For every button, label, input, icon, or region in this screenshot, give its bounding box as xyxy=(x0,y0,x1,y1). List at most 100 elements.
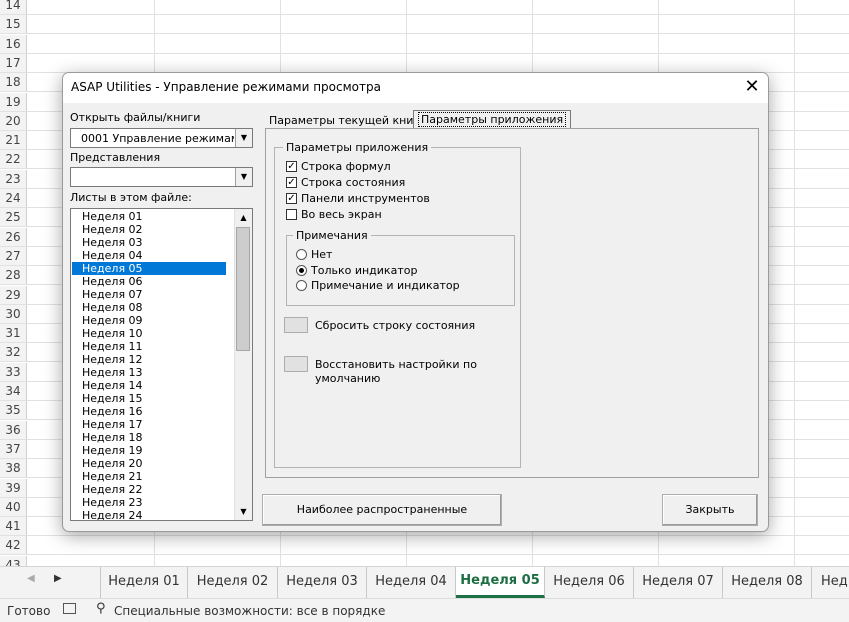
status-accessibility-text[interactable]: Специальные возможности: все в порядке xyxy=(114,604,385,618)
sheet-tab-week-01[interactable]: Неделя 01 xyxy=(100,567,188,598)
list-item[interactable]: Неделя 18 xyxy=(72,431,226,444)
grid-row[interactable]: 15 xyxy=(0,15,849,35)
row-number[interactable]: 30 xyxy=(0,304,27,323)
view-manager-dialog: ASAP Utilities - Управление режимами про… xyxy=(62,72,769,532)
row-number[interactable]: 26 xyxy=(0,227,27,246)
row-number[interactable]: 19 xyxy=(0,92,27,111)
close-icon[interactable]: ✕ xyxy=(736,73,768,103)
sheet-tab-week-09[interactable]: Нед xyxy=(812,567,849,598)
sheet-tab-week-04[interactable]: Неделя 04 xyxy=(367,567,456,598)
grid-row[interactable]: 42 xyxy=(0,536,849,556)
list-item[interactable]: Неделя 21 xyxy=(72,470,226,483)
row-number[interactable]: 29 xyxy=(0,285,27,304)
dialog-titlebar[interactable]: ASAP Utilities - Управление режимами про… xyxy=(63,73,768,103)
listbox-scrollbar[interactable]: ▲ ▼ xyxy=(234,209,252,520)
tab-scroll-left-icon[interactable]: ◀ xyxy=(27,573,35,584)
sheet-tab-week-05[interactable]: Неделя 05 xyxy=(456,567,545,598)
checkbox-checked-icon[interactable]: ✓ xyxy=(286,193,297,204)
views-combo[interactable]: ▼ xyxy=(70,167,253,187)
sheet-tabs-bar: ◀ ▶ Неделя 01 Неделя 02 Неделя 03 Неделя… xyxy=(0,566,849,598)
radio-selected-icon[interactable] xyxy=(296,265,307,276)
row-number[interactable]: 14 xyxy=(0,0,27,14)
tab-application-settings[interactable]: Параметры приложения xyxy=(413,110,572,129)
row-number[interactable]: 22 xyxy=(0,150,27,169)
reset-status-bar-button[interactable] xyxy=(284,317,308,333)
list-item[interactable]: Неделя 22 xyxy=(72,483,226,496)
radio-icon[interactable] xyxy=(296,280,307,291)
list-item[interactable]: Неделя 23 xyxy=(72,496,226,509)
checkbox-checked-icon[interactable]: ✓ xyxy=(286,177,297,188)
row-number[interactable]: 38 xyxy=(0,459,27,478)
row-number[interactable]: 20 xyxy=(0,111,27,130)
list-item[interactable]: Неделя 06 xyxy=(72,275,226,288)
list-item[interactable]: Неделя 02 xyxy=(72,223,226,236)
macro-record-icon[interactable] xyxy=(63,603,76,614)
scrollbar-thumb[interactable] xyxy=(236,227,250,351)
grid-row[interactable]: 14 xyxy=(0,0,849,15)
row-number[interactable]: 39 xyxy=(0,478,27,497)
list-item[interactable]: Неделя 19 xyxy=(72,444,226,457)
list-item[interactable]: Неделя 13 xyxy=(72,366,226,379)
list-item[interactable]: Неделя 04 xyxy=(72,249,226,262)
radio-icon[interactable] xyxy=(296,249,307,260)
row-number[interactable]: 27 xyxy=(0,246,27,265)
close-button[interactable]: Закрыть xyxy=(662,494,758,526)
row-number[interactable]: 40 xyxy=(0,497,27,516)
row-number[interactable]: 33 xyxy=(0,362,27,381)
list-item[interactable]: Неделя 15 xyxy=(72,392,226,405)
row-number[interactable]: 23 xyxy=(0,169,27,188)
accessibility-icon[interactable]: ⚲ xyxy=(96,601,106,616)
open-files-combo[interactable]: 0001 Управление режимами пр ▼ xyxy=(70,128,253,148)
list-item[interactable]: Неделя 05 xyxy=(72,262,226,275)
row-number[interactable]: 18 xyxy=(0,73,27,92)
chevron-down-icon[interactable]: ▼ xyxy=(235,129,252,147)
list-item[interactable]: Неделя 11 xyxy=(72,340,226,353)
list-item[interactable]: Неделя 14 xyxy=(72,379,226,392)
row-number[interactable]: 24 xyxy=(0,189,27,207)
list-item[interactable]: Неделя 09 xyxy=(72,314,226,327)
grid-row[interactable]: 43 xyxy=(0,555,849,566)
grid-row[interactable]: 17 xyxy=(0,53,849,73)
row-number[interactable]: 17 xyxy=(0,53,27,72)
scroll-down-icon[interactable]: ▼ xyxy=(235,503,252,520)
tab-application-settings-label: Параметры приложения xyxy=(418,112,567,127)
tab-scroll-right-icon[interactable]: ▶ xyxy=(54,573,62,584)
sheet-tab-week-03[interactable]: Неделя 03 xyxy=(278,567,367,598)
list-item[interactable]: Неделя 24 xyxy=(72,509,226,520)
list-item[interactable]: Неделя 03 xyxy=(72,236,226,249)
list-item[interactable]: Неделя 07 xyxy=(72,288,226,301)
list-item[interactable]: Неделя 10 xyxy=(72,327,226,340)
row-number[interactable]: 21 xyxy=(0,131,27,150)
row-number[interactable]: 32 xyxy=(0,343,27,362)
row-number[interactable]: 41 xyxy=(0,517,27,536)
row-number[interactable]: 25 xyxy=(0,208,27,227)
checkbox-unchecked-icon[interactable] xyxy=(286,209,297,220)
list-item[interactable]: Неделя 16 xyxy=(72,405,226,418)
row-number[interactable]: 28 xyxy=(0,266,27,285)
row-number[interactable]: 36 xyxy=(0,420,27,439)
row-number[interactable]: 15 xyxy=(0,15,27,34)
list-item[interactable]: Неделя 12 xyxy=(72,353,226,366)
sheet-tab-week-07[interactable]: Неделя 07 xyxy=(634,567,723,598)
list-item[interactable]: Неделя 17 xyxy=(72,418,226,431)
checkbox-checked-icon[interactable]: ✓ xyxy=(286,161,297,172)
row-number[interactable]: 37 xyxy=(0,439,27,458)
sheet-tab-week-02[interactable]: Неделя 02 xyxy=(188,567,278,598)
row-number[interactable]: 42 xyxy=(0,536,27,555)
chevron-down-icon[interactable]: ▼ xyxy=(235,168,252,186)
sheet-tab-week-06[interactable]: Неделя 06 xyxy=(545,567,634,598)
row-number[interactable]: 31 xyxy=(0,324,27,343)
list-item[interactable]: Неделя 08 xyxy=(72,301,226,314)
scroll-up-icon[interactable]: ▲ xyxy=(235,209,252,226)
sheet-tab-week-08[interactable]: Неделя 08 xyxy=(723,567,812,598)
row-number[interactable]: 16 xyxy=(0,34,27,53)
list-item[interactable]: Неделя 20 xyxy=(72,457,226,470)
row-number[interactable]: 34 xyxy=(0,382,27,400)
restore-defaults-button[interactable] xyxy=(284,356,308,372)
sheets-listbox[interactable]: ▲ ▼ Неделя 01 Неделя 02 Неделя 03 Неделя 04… xyxy=(70,208,253,521)
row-number[interactable]: 43 xyxy=(0,555,27,566)
grid-row[interactable]: 16 xyxy=(0,34,849,54)
row-number[interactable]: 35 xyxy=(0,401,27,420)
list-item[interactable]: Неделя 01 xyxy=(72,210,226,223)
common-settings-button[interactable]: Наиболее распространенные параметры xyxy=(262,494,502,526)
